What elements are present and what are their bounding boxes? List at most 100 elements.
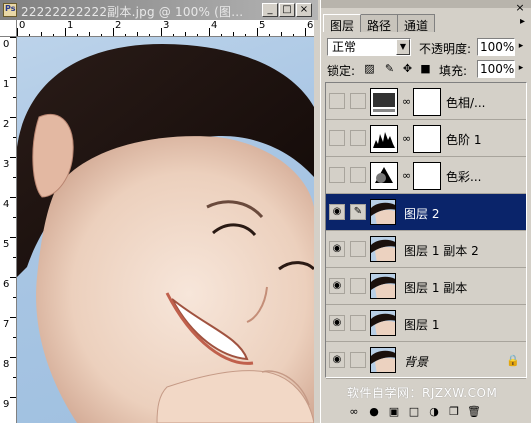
hue-saturation-icon [370, 88, 398, 116]
ruler-label: 0 [3, 39, 10, 50]
layer-row[interactable]: ∞ 色阶 1 [326, 120, 526, 157]
document-scrollbar[interactable] [314, 20, 318, 423]
layer-style-icon[interactable]: ● [367, 405, 381, 419]
lock-row: 锁定: ▨ ✎ ✥ ■ 填充: 100% ▸ [327, 60, 527, 78]
portrait-photo [17, 43, 314, 423]
ruler-label: 5 [259, 20, 266, 31]
visibility-toggle[interactable] [329, 130, 345, 146]
blend-mode-value: 正常 [332, 40, 357, 54]
link-layers-icon[interactable]: ∞ [347, 405, 361, 419]
ruler-origin[interactable] [0, 20, 17, 37]
image-canvas[interactable] [17, 37, 314, 423]
layer-thumbnail [370, 347, 396, 373]
ruler-label: 8 [3, 359, 10, 370]
lock-paint-icon[interactable]: ✎ [383, 62, 396, 75]
layer-row[interactable]: ◉ 图层 1 副本 [326, 268, 526, 305]
eye-icon[interactable]: ◉ [329, 315, 345, 331]
mask-link-icon[interactable]: ∞ [402, 169, 411, 182]
layer-row[interactable]: ◉ 背景 🔒 [326, 342, 526, 379]
lock-label: 锁定: [327, 64, 356, 78]
ruler-label: 5 [3, 239, 10, 250]
color-balance-icon [370, 162, 398, 190]
layer-link-toggle[interactable] [350, 315, 366, 331]
document-titlebar[interactable]: 22222222222副本.jpg @ 100% (图... _ □ × [0, 0, 318, 20]
ruler-label: 1 [67, 20, 74, 31]
palette-menu-icon[interactable]: ▸ [520, 16, 525, 27]
layer-link-toggle[interactable] [350, 130, 366, 146]
layer-name: 色彩... [446, 170, 482, 184]
tab-channels[interactable]: 通道 [397, 14, 436, 33]
tab-paths[interactable]: 路径 [360, 14, 399, 33]
lock-move-icon[interactable]: ✥ [401, 62, 414, 75]
lock-all-icon[interactable]: ■ [419, 62, 432, 75]
layer-row[interactable]: ◉ 图层 1 [326, 305, 526, 342]
layer-link-toggle[interactable] [350, 167, 366, 183]
ruler-label: 2 [3, 119, 10, 130]
ruler-label: 1 [3, 79, 10, 90]
palette-tabs: 图层 路径 通道 [323, 14, 436, 33]
layer-mask-thumbnail[interactable] [413, 125, 441, 153]
levels-icon [370, 125, 398, 153]
eye-icon[interactable]: ◉ [329, 204, 345, 220]
layer-thumbnail [370, 199, 396, 225]
layer-link-toggle[interactable] [350, 241, 366, 257]
layer-link-toggle[interactable] [350, 352, 366, 368]
layer-mask-thumbnail[interactable] [413, 88, 441, 116]
ruler-label: 4 [3, 199, 10, 210]
photoshop-doc-icon [3, 3, 17, 17]
document-title: 22222222222副本.jpg @ 100% (图... [21, 5, 244, 19]
layer-thumbnail [370, 310, 396, 336]
blend-mode-select[interactable]: 正常 ▼ [327, 38, 411, 56]
layer-name: 背景 [404, 355, 429, 369]
layer-row[interactable]: ∞ 色相/... [326, 83, 526, 120]
layer-link-toggle[interactable] [350, 278, 366, 294]
fill-field[interactable]: 100% [477, 60, 515, 78]
visibility-toggle[interactable] [329, 93, 345, 109]
palette-grip[interactable] [321, 0, 531, 8]
fill-label: 填充: [439, 64, 468, 78]
add-mask-icon[interactable]: ▣ [387, 405, 401, 419]
opacity-field[interactable]: 100% [477, 38, 515, 56]
ruler-label: 3 [163, 20, 170, 31]
palette-close-icon[interactable]: × [513, 2, 527, 14]
lock-transparent-icon[interactable]: ▨ [363, 62, 376, 75]
layer-link-toggle[interactable] [350, 93, 366, 109]
delete-layer-icon[interactable]: 🗑 [467, 405, 481, 419]
close-button[interactable]: × [296, 3, 312, 17]
new-layer-icon[interactable]: ❐ [447, 405, 461, 419]
layer-row[interactable]: ◉ 图层 1 副本 2 [326, 231, 526, 268]
eye-icon[interactable]: ◉ [329, 352, 345, 368]
layer-mask-thumbnail[interactable] [413, 162, 441, 190]
layers-palette: × 图层 路径 通道 ▸ 正常 ▼ 不透明度: 100% ▸ 锁定: ▨ ✎ ✥… [320, 0, 531, 423]
mask-link-icon[interactable]: ∞ [402, 95, 411, 108]
document-window: 22222222222副本.jpg @ 100% (图... _ □ × 0 1… [0, 0, 318, 423]
adjustment-layer-icon[interactable]: ◑ [427, 405, 441, 419]
brush-icon[interactable]: ✎ [350, 204, 366, 220]
layer-row[interactable]: ∞ 色彩... [326, 157, 526, 194]
blend-row: 正常 ▼ 不透明度: 100% ▸ [327, 38, 527, 56]
layer-name: 图层 1 副本 [404, 281, 468, 295]
maximize-button[interactable]: □ [279, 3, 295, 17]
ruler-label: 6 [307, 20, 314, 31]
lock-icon: 🔒 [506, 354, 520, 367]
minimize-button[interactable]: _ [262, 3, 278, 17]
tab-layers[interactable]: 图层 [323, 14, 362, 33]
layers-list: ∞ 色相/... ∞ 色阶 1 ∞ 色彩... ◉ ✎ 图层 2 ◉ 图层 1 … [325, 82, 527, 379]
ruler-label: 0 [19, 20, 26, 31]
vertical-ruler[interactable]: 0 1 2 3 4 5 6 7 8 9 [0, 37, 17, 423]
mask-link-icon[interactable]: ∞ [402, 132, 411, 145]
ruler-label: 2 [115, 20, 122, 31]
fill-arrow-icon[interactable]: ▸ [516, 60, 526, 78]
visibility-toggle[interactable] [329, 167, 345, 183]
opacity-arrow-icon[interactable]: ▸ [516, 38, 526, 56]
ruler-label: 7 [3, 319, 10, 330]
layer-name: 色阶 1 [446, 133, 482, 147]
eye-icon[interactable]: ◉ [329, 241, 345, 257]
new-group-icon[interactable]: □ [407, 405, 421, 419]
eye-icon[interactable]: ◉ [329, 278, 345, 294]
horizontal-ruler[interactable]: 0 1 2 3 4 5 6 [17, 20, 315, 37]
layer-row-selected[interactable]: ◉ ✎ 图层 2 [326, 194, 526, 231]
ruler-label: 3 [3, 159, 10, 170]
layer-name: 图层 2 [404, 207, 440, 221]
layers-toolbar: ∞ ● ▣ □ ◑ ❐ 🗑 [325, 403, 527, 421]
